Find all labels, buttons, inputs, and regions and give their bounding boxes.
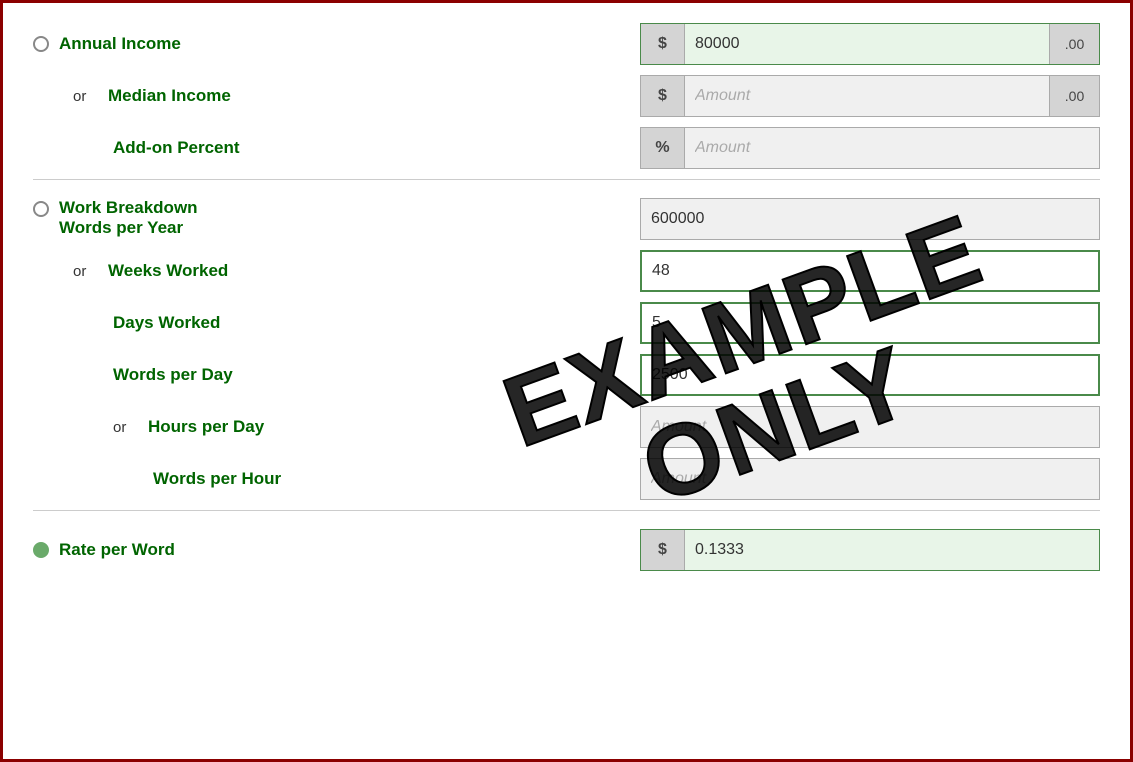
days-worked-label: Days Worked [113, 313, 220, 333]
words-per-day-input[interactable] [642, 356, 1098, 394]
rate-per-word-label: Rate per Word [59, 540, 175, 560]
hours-per-day-row: or Hours per Day [33, 406, 1100, 448]
work-breakdown-row: Work Breakdown Words per Year [33, 198, 1100, 240]
addon-percent-input-area: % [463, 127, 1100, 169]
words-per-hour-label: Words per Hour [153, 469, 281, 489]
median-income-input[interactable] [685, 76, 1049, 116]
median-income-input-group: $ .00 [640, 75, 1100, 117]
median-income-suffix: .00 [1049, 76, 1099, 116]
hours-per-day-or: or [113, 419, 138, 436]
work-breakdown-radio[interactable] [33, 201, 49, 217]
hours-per-day-input-group [640, 406, 1100, 448]
rate-per-word-prefix: $ [641, 530, 685, 570]
addon-percent-input[interactable] [685, 128, 1099, 168]
wb-label-inner: Work Breakdown Words per Year [33, 198, 453, 238]
words-per-day-label: Words per Day [113, 365, 233, 385]
work-breakdown-label-line2: Words per Year [59, 218, 198, 238]
rate-per-word-input-group: $ [640, 529, 1100, 571]
days-worked-input-area [463, 302, 1100, 344]
words-per-hour-row: Words per Hour [33, 458, 1100, 500]
hours-per-day-label-area: or Hours per Day [33, 417, 453, 437]
weeks-worked-label: Weeks Worked [108, 261, 228, 281]
hours-per-day-label: Hours per Day [148, 417, 264, 437]
words-per-day-input-area [463, 354, 1100, 396]
wb-label-multiline: Work Breakdown Words per Year [59, 198, 198, 238]
weeks-worked-input-area [463, 250, 1100, 292]
words-per-hour-label-area: Words per Hour [33, 469, 453, 489]
annual-income-input[interactable] [685, 24, 1049, 64]
words-per-day-input-group [640, 354, 1100, 396]
median-income-prefix: $ [641, 76, 685, 116]
annual-income-radio[interactable] [33, 36, 49, 52]
weeks-worked-input[interactable] [642, 252, 1098, 290]
median-income-label-area: or Median Income [33, 86, 453, 106]
words-per-day-row: Words per Day [33, 354, 1100, 396]
rate-per-word-input[interactable] [685, 530, 1099, 570]
annual-income-input-group: $ .00 [640, 23, 1100, 65]
words-per-day-label-area: Words per Day [33, 365, 453, 385]
annual-income-label-area: Annual Income [33, 34, 453, 54]
addon-percent-prefix: % [641, 128, 685, 168]
work-breakdown-label-line1: Work Breakdown [59, 198, 198, 218]
rate-per-word-radio[interactable] [33, 542, 49, 558]
words-per-hour-input-area [463, 458, 1100, 500]
median-income-input-area: $ .00 [463, 75, 1100, 117]
annual-income-label: Annual Income [59, 34, 181, 54]
weeks-worked-or: or [73, 263, 98, 280]
days-worked-label-area: Days Worked [33, 313, 453, 333]
median-income-row: or Median Income $ .00 [33, 75, 1100, 117]
days-worked-input[interactable] [642, 304, 1098, 342]
annual-income-suffix: .00 [1049, 24, 1099, 64]
rate-per-word-input-area: $ [463, 529, 1100, 571]
addon-percent-input-group: % [640, 127, 1100, 169]
work-breakdown-input-area [463, 198, 1100, 240]
page-container: Annual Income $ .00 or Median Income $ .… [3, 3, 1130, 759]
addon-percent-row: Add-on Percent % [33, 127, 1100, 169]
hours-per-day-input[interactable] [641, 407, 1099, 447]
weeks-worked-input-group [640, 250, 1100, 292]
words-per-hour-input[interactable] [641, 459, 1099, 499]
addon-percent-label: Add-on Percent [113, 138, 240, 158]
addon-percent-label-area: Add-on Percent [33, 138, 453, 158]
rate-per-word-row: Rate per Word $ [33, 529, 1100, 571]
section-divider-2 [33, 510, 1100, 511]
annual-income-prefix: $ [641, 24, 685, 64]
work-breakdown-label-area: Work Breakdown Words per Year [33, 198, 453, 238]
weeks-worked-label-area: or Weeks Worked [33, 261, 453, 281]
words-per-year-input-group [640, 198, 1100, 240]
days-worked-row: Days Worked [33, 302, 1100, 344]
annual-income-input-area: $ .00 [463, 23, 1100, 65]
words-per-year-input[interactable] [641, 199, 1099, 239]
section-divider-1 [33, 179, 1100, 180]
median-income-label: Median Income [108, 86, 231, 106]
rate-per-word-label-area: Rate per Word [33, 540, 453, 560]
words-per-hour-input-group [640, 458, 1100, 500]
median-income-or: or [73, 88, 98, 105]
annual-income-row: Annual Income $ .00 [33, 23, 1100, 65]
days-worked-input-group [640, 302, 1100, 344]
weeks-worked-row: or Weeks Worked [33, 250, 1100, 292]
hours-per-day-input-area [463, 406, 1100, 448]
